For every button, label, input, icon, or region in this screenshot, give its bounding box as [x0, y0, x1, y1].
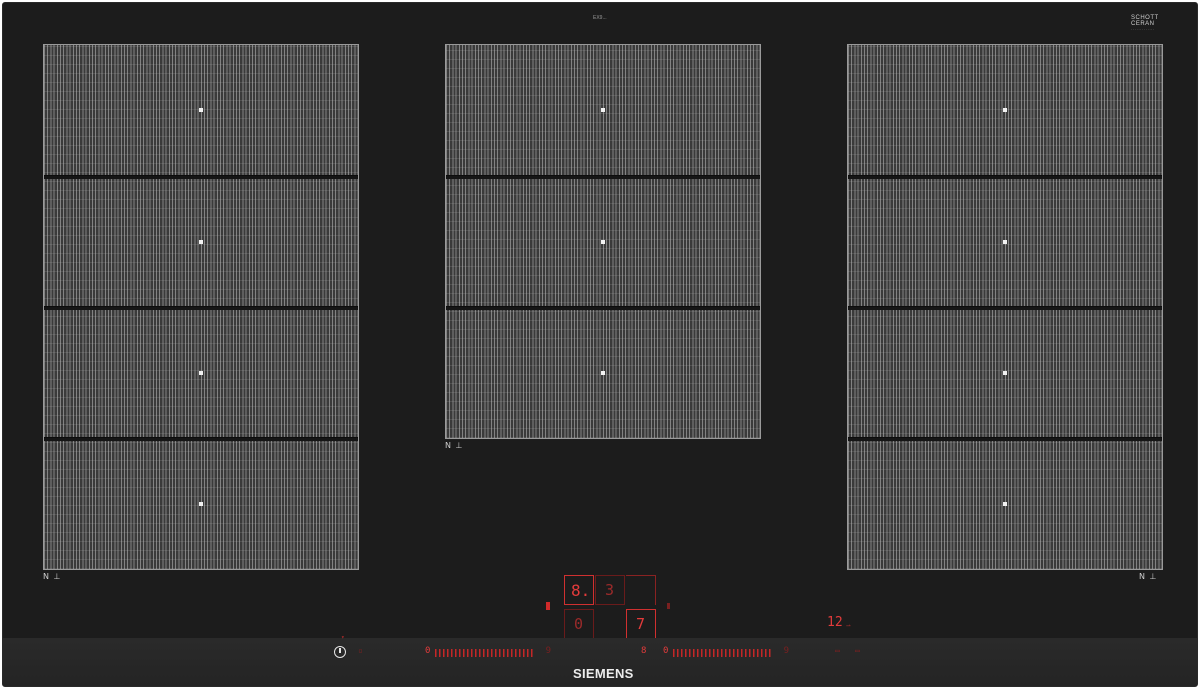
model-label: EX9... [593, 15, 607, 21]
right-indicator-led [667, 603, 670, 609]
timer-minus-button[interactable]: ▭ [835, 646, 840, 655]
zone-center-dot [1003, 371, 1007, 375]
slider-right-max: 9 [783, 646, 789, 656]
zone-center-dot [199, 371, 203, 375]
level-display-value: 3 [605, 581, 615, 599]
schott-ceran-logo: SCHOTT CERAN ············· [1131, 15, 1159, 33]
power-slider-right[interactable]: 0 9 [663, 646, 793, 657]
zone-center-dot [1003, 240, 1007, 244]
zone-divider [446, 175, 760, 179]
zone-center-dot [1003, 108, 1007, 112]
zone-center-dot [601, 240, 605, 244]
zero-display-box[interactable]: 0 [564, 609, 594, 639]
lock-icon[interactable]: ▫ [358, 646, 363, 655]
zone-mark-middle: N ⊥ [445, 441, 464, 450]
power-icon[interactable] [334, 646, 346, 658]
level-display-box[interactable]: 3 [595, 575, 625, 605]
zone-divider [446, 306, 760, 310]
display-box-empty [626, 575, 656, 605]
power-indicator-led: ▾ [341, 634, 345, 641]
slider-left-max: 9 [545, 646, 551, 656]
timer-plus-button[interactable]: ▭ [855, 646, 860, 655]
cooktop-surface: EX9... SCHOTT CERAN ············· N ⊥ N … [2, 2, 1198, 687]
siemens-logo: SIEMENS [573, 666, 634, 681]
zone-divider [44, 437, 358, 441]
cooking-zone-right[interactable] [847, 44, 1163, 570]
control-strip: ▫ ▾ 0 9 SIEMENS 8 0 9 ▭ ▭ [3, 634, 1197, 686]
zone-center-dot [1003, 502, 1007, 506]
main-display-value: 8. [571, 581, 591, 600]
seven-display-box[interactable]: 7 [626, 609, 656, 639]
cooking-zone-left[interactable] [43, 44, 359, 570]
zone-divider [848, 437, 1162, 441]
zone-mark-right: N ⊥ [1139, 572, 1158, 581]
main-display-box[interactable]: 8. [564, 575, 594, 605]
zone-divider [848, 306, 1162, 310]
slider-right-ticks [673, 649, 771, 657]
zone-mark-left: N ⊥ [43, 572, 62, 581]
timer-display[interactable]: 12 [827, 615, 843, 630]
zone-divider [848, 175, 1162, 179]
power-slider-left[interactable]: 0 9 [425, 646, 555, 657]
left-indicator-led [546, 602, 550, 610]
slider-right-min: 0 [663, 646, 669, 656]
zone-divider [44, 175, 358, 179]
zone-center-dot [601, 371, 605, 375]
cooking-zone-middle[interactable] [445, 44, 761, 439]
seven-display-value: 7 [636, 615, 646, 633]
schott-line-3: ············· [1131, 27, 1155, 32]
timer-arrow-icon: ⇀ [846, 621, 851, 630]
slider-right-marker: 8 [641, 646, 647, 656]
zero-display-value: 0 [574, 615, 584, 633]
zone-center-dot [601, 108, 605, 112]
zone-center-dot [199, 502, 203, 506]
zone-center-dot [199, 240, 203, 244]
slider-left-ticks [435, 649, 533, 657]
slider-left-min: 0 [425, 646, 431, 656]
zone-center-dot [199, 108, 203, 112]
zone-divider [44, 306, 358, 310]
